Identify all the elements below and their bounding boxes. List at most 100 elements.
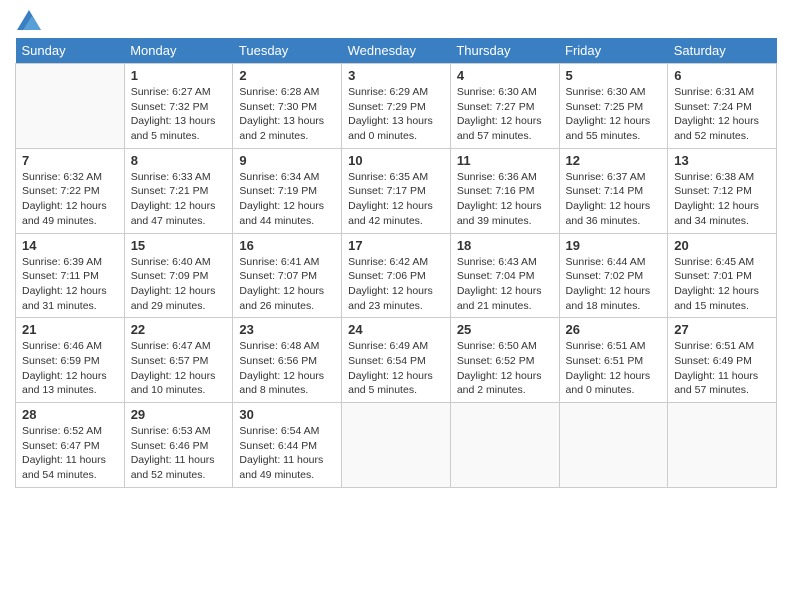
day-info: Sunrise: 6:54 AMSunset: 6:44 PMDaylight:…: [239, 424, 335, 483]
day-number: 8: [131, 153, 227, 168]
day-info: Sunrise: 6:45 AMSunset: 7:01 PMDaylight:…: [674, 255, 770, 314]
day-cell: 4 Sunrise: 6:30 AMSunset: 7:27 PMDayligh…: [450, 64, 559, 149]
day-info: Sunrise: 6:27 AMSunset: 7:32 PMDaylight:…: [131, 85, 227, 144]
day-number: 28: [22, 407, 118, 422]
day-number: 9: [239, 153, 335, 168]
day-cell: 26 Sunrise: 6:51 AMSunset: 6:51 PMDaylig…: [559, 318, 668, 403]
day-info: Sunrise: 6:51 AMSunset: 6:51 PMDaylight:…: [566, 339, 662, 398]
day-info: Sunrise: 6:31 AMSunset: 7:24 PMDaylight:…: [674, 85, 770, 144]
day-number: 14: [22, 238, 118, 253]
day-cell: 12 Sunrise: 6:37 AMSunset: 7:14 PMDaylig…: [559, 148, 668, 233]
day-cell: 1 Sunrise: 6:27 AMSunset: 7:32 PMDayligh…: [124, 64, 233, 149]
day-header-friday: Friday: [559, 38, 668, 64]
day-info: Sunrise: 6:48 AMSunset: 6:56 PMDaylight:…: [239, 339, 335, 398]
day-number: 17: [348, 238, 444, 253]
day-number: 2: [239, 68, 335, 83]
day-cell: 7 Sunrise: 6:32 AMSunset: 7:22 PMDayligh…: [16, 148, 125, 233]
day-info: Sunrise: 6:39 AMSunset: 7:11 PMDaylight:…: [22, 255, 118, 314]
day-cell: 25 Sunrise: 6:50 AMSunset: 6:52 PMDaylig…: [450, 318, 559, 403]
day-info: Sunrise: 6:32 AMSunset: 7:22 PMDaylight:…: [22, 170, 118, 229]
day-number: 18: [457, 238, 553, 253]
day-number: 25: [457, 322, 553, 337]
day-cell: 29 Sunrise: 6:53 AMSunset: 6:46 PMDaylig…: [124, 403, 233, 488]
day-cell: 10 Sunrise: 6:35 AMSunset: 7:17 PMDaylig…: [342, 148, 451, 233]
day-cell: 22 Sunrise: 6:47 AMSunset: 6:57 PMDaylig…: [124, 318, 233, 403]
day-info: Sunrise: 6:41 AMSunset: 7:07 PMDaylight:…: [239, 255, 335, 314]
day-cell: 18 Sunrise: 6:43 AMSunset: 7:04 PMDaylig…: [450, 233, 559, 318]
day-number: 30: [239, 407, 335, 422]
day-info: Sunrise: 6:36 AMSunset: 7:16 PMDaylight:…: [457, 170, 553, 229]
day-cell: 19 Sunrise: 6:44 AMSunset: 7:02 PMDaylig…: [559, 233, 668, 318]
day-cell: 3 Sunrise: 6:29 AMSunset: 7:29 PMDayligh…: [342, 64, 451, 149]
week-row-5: 28 Sunrise: 6:52 AMSunset: 6:47 PMDaylig…: [16, 403, 777, 488]
week-row-2: 7 Sunrise: 6:32 AMSunset: 7:22 PMDayligh…: [16, 148, 777, 233]
day-cell: 9 Sunrise: 6:34 AMSunset: 7:19 PMDayligh…: [233, 148, 342, 233]
day-info: Sunrise: 6:35 AMSunset: 7:17 PMDaylight:…: [348, 170, 444, 229]
day-cell: [668, 403, 777, 488]
day-number: 23: [239, 322, 335, 337]
day-cell: 14 Sunrise: 6:39 AMSunset: 7:11 PMDaylig…: [16, 233, 125, 318]
day-info: Sunrise: 6:47 AMSunset: 6:57 PMDaylight:…: [131, 339, 227, 398]
week-row-3: 14 Sunrise: 6:39 AMSunset: 7:11 PMDaylig…: [16, 233, 777, 318]
day-info: Sunrise: 6:46 AMSunset: 6:59 PMDaylight:…: [22, 339, 118, 398]
day-number: 26: [566, 322, 662, 337]
week-row-4: 21 Sunrise: 6:46 AMSunset: 6:59 PMDaylig…: [16, 318, 777, 403]
logo: [15, 10, 41, 30]
day-number: 20: [674, 238, 770, 253]
day-info: Sunrise: 6:37 AMSunset: 7:14 PMDaylight:…: [566, 170, 662, 229]
day-number: 11: [457, 153, 553, 168]
day-cell: 17 Sunrise: 6:42 AMSunset: 7:06 PMDaylig…: [342, 233, 451, 318]
day-number: 27: [674, 322, 770, 337]
day-info: Sunrise: 6:44 AMSunset: 7:02 PMDaylight:…: [566, 255, 662, 314]
day-info: Sunrise: 6:50 AMSunset: 6:52 PMDaylight:…: [457, 339, 553, 398]
day-header-wednesday: Wednesday: [342, 38, 451, 64]
day-number: 16: [239, 238, 335, 253]
day-cell: 5 Sunrise: 6:30 AMSunset: 7:25 PMDayligh…: [559, 64, 668, 149]
day-cell: 30 Sunrise: 6:54 AMSunset: 6:44 PMDaylig…: [233, 403, 342, 488]
day-cell: 2 Sunrise: 6:28 AMSunset: 7:30 PMDayligh…: [233, 64, 342, 149]
day-info: Sunrise: 6:29 AMSunset: 7:29 PMDaylight:…: [348, 85, 444, 144]
day-cell: 20 Sunrise: 6:45 AMSunset: 7:01 PMDaylig…: [668, 233, 777, 318]
day-number: 10: [348, 153, 444, 168]
day-number: 13: [674, 153, 770, 168]
day-cell: [342, 403, 451, 488]
day-info: Sunrise: 6:30 AMSunset: 7:27 PMDaylight:…: [457, 85, 553, 144]
day-header-saturday: Saturday: [668, 38, 777, 64]
day-number: 12: [566, 153, 662, 168]
day-cell: 21 Sunrise: 6:46 AMSunset: 6:59 PMDaylig…: [16, 318, 125, 403]
day-info: Sunrise: 6:53 AMSunset: 6:46 PMDaylight:…: [131, 424, 227, 483]
day-header-sunday: Sunday: [16, 38, 125, 64]
day-cell: 8 Sunrise: 6:33 AMSunset: 7:21 PMDayligh…: [124, 148, 233, 233]
day-header-monday: Monday: [124, 38, 233, 64]
header-row: SundayMondayTuesdayWednesdayThursdayFrid…: [16, 38, 777, 64]
day-number: 7: [22, 153, 118, 168]
day-info: Sunrise: 6:38 AMSunset: 7:12 PMDaylight:…: [674, 170, 770, 229]
logo-icon: [17, 10, 41, 30]
day-number: 1: [131, 68, 227, 83]
day-info: Sunrise: 6:30 AMSunset: 7:25 PMDaylight:…: [566, 85, 662, 144]
day-cell: 6 Sunrise: 6:31 AMSunset: 7:24 PMDayligh…: [668, 64, 777, 149]
week-row-1: 1 Sunrise: 6:27 AMSunset: 7:32 PMDayligh…: [16, 64, 777, 149]
day-cell: 27 Sunrise: 6:51 AMSunset: 6:49 PMDaylig…: [668, 318, 777, 403]
day-header-thursday: Thursday: [450, 38, 559, 64]
day-info: Sunrise: 6:33 AMSunset: 7:21 PMDaylight:…: [131, 170, 227, 229]
day-info: Sunrise: 6:42 AMSunset: 7:06 PMDaylight:…: [348, 255, 444, 314]
day-info: Sunrise: 6:34 AMSunset: 7:19 PMDaylight:…: [239, 170, 335, 229]
day-cell: [16, 64, 125, 149]
calendar-table: SundayMondayTuesdayWednesdayThursdayFrid…: [15, 38, 777, 488]
day-number: 3: [348, 68, 444, 83]
day-cell: [450, 403, 559, 488]
day-info: Sunrise: 6:28 AMSunset: 7:30 PMDaylight:…: [239, 85, 335, 144]
day-info: Sunrise: 6:40 AMSunset: 7:09 PMDaylight:…: [131, 255, 227, 314]
day-cell: 13 Sunrise: 6:38 AMSunset: 7:12 PMDaylig…: [668, 148, 777, 233]
day-number: 4: [457, 68, 553, 83]
page-header: [15, 10, 777, 30]
day-number: 5: [566, 68, 662, 83]
day-cell: 15 Sunrise: 6:40 AMSunset: 7:09 PMDaylig…: [124, 233, 233, 318]
day-number: 22: [131, 322, 227, 337]
day-cell: 16 Sunrise: 6:41 AMSunset: 7:07 PMDaylig…: [233, 233, 342, 318]
day-info: Sunrise: 6:43 AMSunset: 7:04 PMDaylight:…: [457, 255, 553, 314]
day-cell: 28 Sunrise: 6:52 AMSunset: 6:47 PMDaylig…: [16, 403, 125, 488]
day-info: Sunrise: 6:51 AMSunset: 6:49 PMDaylight:…: [674, 339, 770, 398]
day-info: Sunrise: 6:52 AMSunset: 6:47 PMDaylight:…: [22, 424, 118, 483]
